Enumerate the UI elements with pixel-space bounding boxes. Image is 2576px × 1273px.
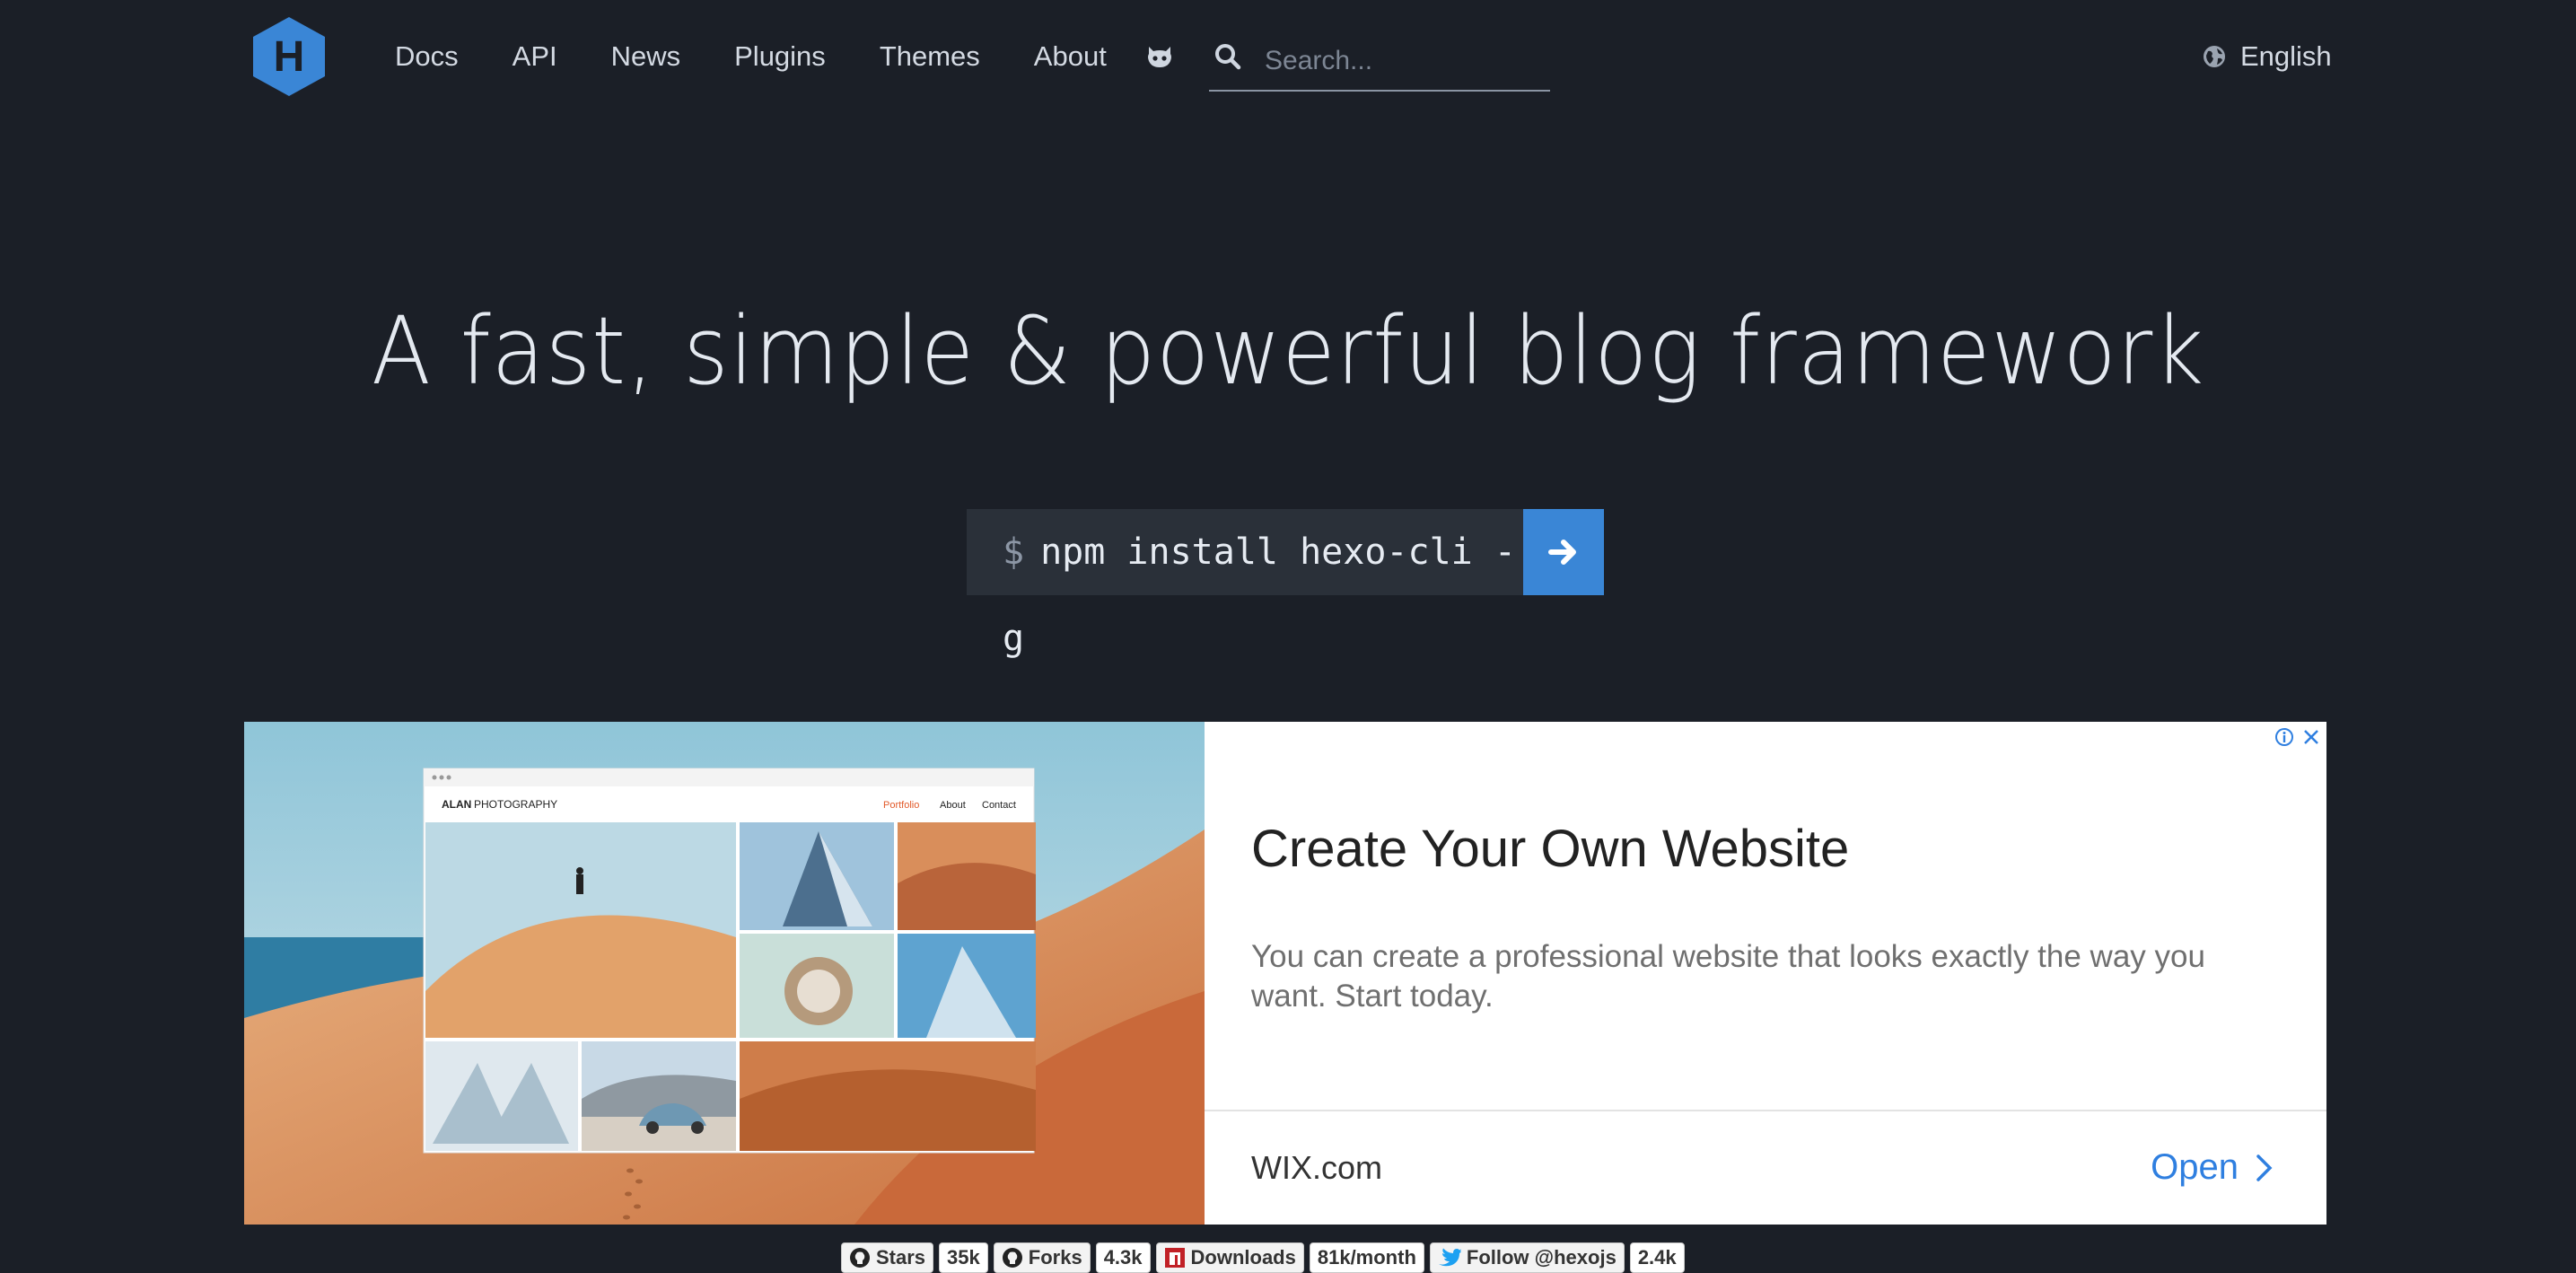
mockup-nav-portfolio: Portfolio	[883, 800, 919, 811]
nav-docs[interactable]: Docs	[395, 36, 459, 77]
command-text: npm install hexo-cli -g	[1003, 531, 1516, 659]
ad-heading: Create Your Own Website	[1251, 820, 1850, 878]
mockup-nav-about: About	[940, 800, 966, 811]
get-started-button[interactable]	[1523, 509, 1604, 595]
globe-icon	[2204, 46, 2225, 67]
octocat-icon[interactable]	[1145, 43, 1174, 70]
nav-about[interactable]: About	[1034, 36, 1107, 77]
arrow-right-icon	[1548, 540, 1576, 565]
ad-description: You can create a professional website th…	[1251, 939, 2205, 1014]
nav-news[interactable]: News	[611, 36, 681, 77]
command-prompt: $	[1003, 531, 1025, 573]
downloads-count[interactable]: 81k/month	[1309, 1242, 1424, 1273]
advertisement[interactable]: ALAN PHOTOGRAPHY Portfolio About Contact	[244, 722, 2326, 1225]
nav-api[interactable]: API	[513, 36, 557, 77]
mockup-nav-contact: Contact	[982, 800, 1016, 811]
npm-icon	[1164, 1248, 1185, 1268]
badge-label: Forks	[1028, 1246, 1082, 1269]
ad-open-label: Open	[2151, 1147, 2239, 1187]
site-header: H Docs API News Plugins Themes About Eng…	[0, 0, 2576, 117]
language-selector[interactable]: English	[2203, 36, 2332, 77]
language-label: English	[2240, 40, 2332, 72]
nav-themes[interactable]: Themes	[880, 36, 980, 77]
chevron-right-icon	[2256, 1154, 2273, 1181]
search-box	[1209, 36, 1550, 92]
ad-image[interactable]: ALAN PHOTOGRAPHY Portfolio About Contact	[244, 722, 1205, 1225]
github-icon	[850, 1248, 870, 1268]
forks-badge[interactable]: Forks	[993, 1242, 1091, 1273]
search-input[interactable]	[1263, 40, 1545, 83]
ad-close-icon[interactable]	[2300, 725, 2323, 749]
install-command: $ npm install hexo-cli -g	[967, 509, 1604, 659]
command-box[interactable]: $ npm install hexo-cli -g	[967, 509, 1523, 659]
mockup-brand: ALAN	[442, 798, 471, 811]
ad-info-icon[interactable]	[2274, 727, 2294, 747]
ad-content[interactable]: Create Your Own Website You can create a…	[1205, 722, 2326, 1225]
mockup-brand-rest: PHOTOGRAPHY	[474, 798, 557, 811]
twitter-icon	[1438, 1248, 1461, 1267]
stars-badge[interactable]: Stars	[841, 1242, 934, 1273]
badge-label: Follow @hexojs	[1466, 1246, 1617, 1269]
social-badges: Stars 35k Forks 4.3k Downloads 81k/month…	[841, 1242, 1685, 1273]
logo-letter: H	[274, 33, 305, 81]
twitter-follow-badge[interactable]: Follow @hexojs	[1429, 1242, 1625, 1273]
ad-brand: WIX.com	[1251, 1149, 1383, 1186]
forks-count[interactable]: 4.3k	[1095, 1242, 1151, 1273]
website-mockup: ALAN PHOTOGRAPHY Portfolio About Contact	[423, 768, 1036, 1154]
ad-illustration: ALAN PHOTOGRAPHY Portfolio About Contact	[244, 722, 1205, 1225]
stars-count[interactable]: 35k	[939, 1242, 988, 1273]
badge-label: Stars	[876, 1246, 926, 1269]
ad-footer: WIX.com Open	[1205, 1110, 2326, 1226]
twitter-count[interactable]: 2.4k	[1629, 1242, 1685, 1273]
main-nav: Docs API News Plugins Themes About	[395, 36, 1161, 77]
nav-plugins[interactable]: Plugins	[734, 36, 826, 77]
search-icon	[1215, 44, 1241, 70]
ad-open-button[interactable]: Open	[2151, 1147, 2274, 1188]
hero-title: A fast, simple & powerful blog framework	[371, 296, 2205, 406]
downloads-badge[interactable]: Downloads	[1155, 1242, 1304, 1273]
github-icon	[1002, 1248, 1022, 1268]
hexo-logo-icon[interactable]: H	[251, 15, 327, 98]
badge-label: Downloads	[1190, 1246, 1296, 1269]
